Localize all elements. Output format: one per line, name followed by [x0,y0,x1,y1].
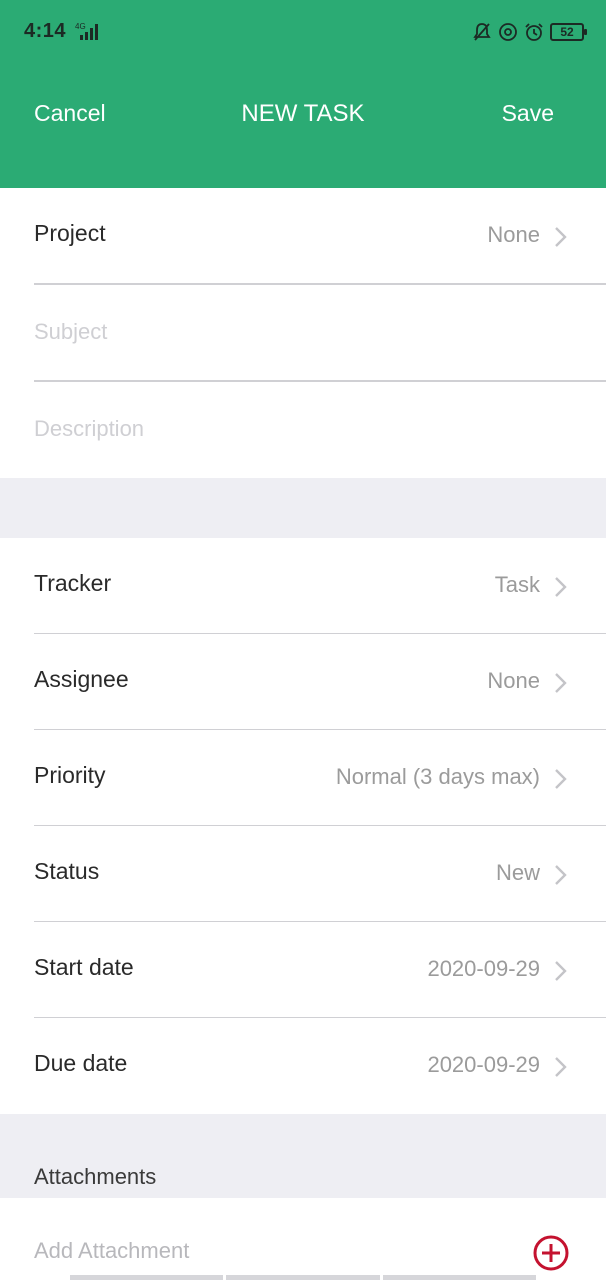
bottom-sheet-edge [70,1275,536,1280]
description-placeholder: Description [34,416,145,441]
status-bar: 4:14 4G 52 [0,0,606,62]
status-label: Status [34,858,100,884]
start-date-row[interactable]: Start date 2020-09-29 [0,922,606,1018]
priority-value: Normal (3 days max) [335,764,540,789]
alarm-icon [524,21,544,43]
chevron-right-icon [554,864,568,886]
plus-circle-icon[interactable] [532,1234,570,1272]
chevron-right-icon [554,226,568,248]
priority-row[interactable]: Priority Normal (3 days max) [0,730,606,826]
due-date-value: 2020-09-29 [427,1052,540,1077]
chevron-right-icon [554,960,568,982]
system-icons: 52 [472,20,587,44]
battery-indicator: 52 [550,23,587,41]
due-date-row[interactable]: Due date 2020-09-29 [0,1018,606,1114]
status-time: 4:14 [24,20,67,42]
status-value: New [495,860,540,885]
at-circle-icon [498,21,518,43]
assignee-value: None [487,668,540,693]
app-bar: 4:14 4G 52 Cancel NEW TASK Save [0,0,606,188]
tracker-row[interactable]: Tracker Task [0,538,606,634]
project-row[interactable]: Project None [0,188,606,284]
chevron-right-icon [554,768,568,790]
start-date-value: 2020-09-29 [427,956,540,981]
chevron-right-icon [554,672,568,694]
priority-label: Priority [34,762,106,788]
chevron-right-icon [554,1056,568,1078]
signal-icon: 4G [74,20,100,42]
tracker-label: Tracker [34,570,112,596]
start-date-label: Start date [34,954,134,980]
save-button[interactable]: Save [502,100,554,127]
subject-placeholder: Subject [34,319,108,344]
assignee-row[interactable]: Assignee None [0,634,606,730]
assignee-label: Assignee [34,666,129,692]
subject-field[interactable]: Subject [0,285,606,381]
chevron-right-icon [554,576,568,598]
description-field[interactable]: Description [0,382,606,478]
status-row[interactable]: Status New [0,826,606,922]
add-attachment-label: Add Attachment [34,1238,190,1263]
section-gap [0,478,606,538]
due-date-label: Due date [34,1050,128,1076]
svg-text:4G: 4G [75,22,86,31]
tracker-value: Task [494,572,540,597]
bell-off-icon [472,21,492,43]
project-value: None [487,222,540,247]
project-label: Project [34,220,106,246]
attachments-header: Attachments [34,1164,157,1189]
